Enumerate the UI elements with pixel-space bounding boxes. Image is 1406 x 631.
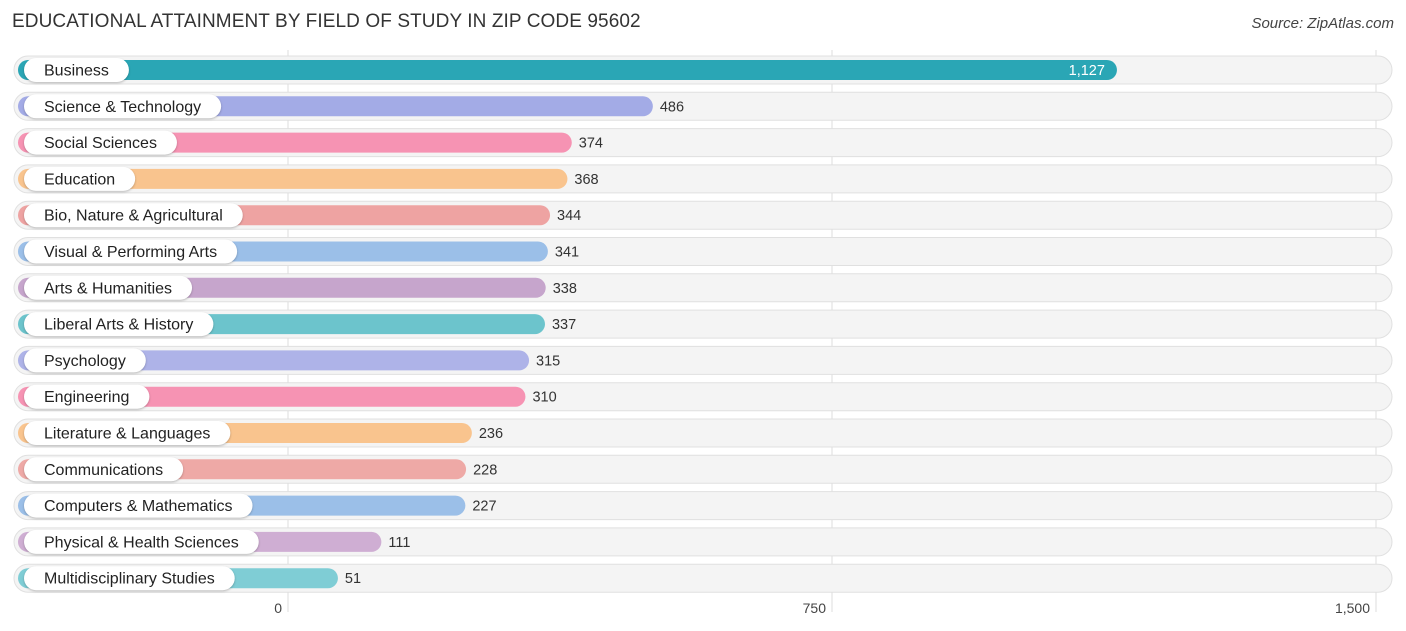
value-label: 341 xyxy=(555,245,579,261)
bar-row: Computers & Mathematics 227 xyxy=(13,491,1393,521)
bar-chart: Business 1,127 Science & Technology 486 Soci… xyxy=(13,50,1393,616)
x-axis: 0 750 1,500 xyxy=(274,600,1370,616)
bar-row: Science & Technology 486 xyxy=(13,91,1393,121)
bar[interactable] xyxy=(18,60,1117,80)
category-label: Visual & Performing Arts xyxy=(44,244,217,261)
value-label: 236 xyxy=(479,426,503,442)
category-label: Business xyxy=(44,63,109,80)
value-label: 344 xyxy=(557,208,581,224)
x-tick-label: 750 xyxy=(803,600,827,616)
bar-row: Communications 228 xyxy=(13,454,1393,484)
bar-row: Bio, Nature & Agricultural 344 xyxy=(13,200,1393,230)
category-label: Science & Technology xyxy=(44,99,201,116)
value-label: 337 xyxy=(552,317,576,333)
category-label: Engineering xyxy=(44,389,129,406)
category-label: Social Sciences xyxy=(44,135,157,152)
bar-row: Visual & Performing Arts 341 xyxy=(13,237,1393,266)
category-label: Physical & Health Sciences xyxy=(44,534,239,551)
value-label: 338 xyxy=(553,281,577,297)
value-label: 310 xyxy=(532,390,556,406)
value-label: 228 xyxy=(473,462,497,478)
category-label: Bio, Nature & Agricultural xyxy=(44,208,223,225)
bar-row: Literature & Languages 236 xyxy=(13,418,1393,448)
bar-row: Education 368 xyxy=(13,164,1393,194)
bar-row: Business 1,127 xyxy=(13,55,1393,85)
category-label: Liberal Arts & History xyxy=(44,317,193,334)
category-label: Computers & Mathematics xyxy=(44,498,233,515)
value-label: 368 xyxy=(574,172,598,188)
value-label: 486 xyxy=(660,99,684,115)
value-label: 227 xyxy=(472,499,496,515)
bar-row: Social Sciences 374 xyxy=(13,128,1393,158)
value-label: 1,127 xyxy=(1069,63,1105,79)
bar-row: Liberal Arts & History 337 xyxy=(13,309,1393,339)
category-label: Literature & Languages xyxy=(44,426,210,443)
bar-row: Multidisciplinary Studies 51 xyxy=(13,563,1393,593)
bar-row: Arts & Humanities 338 xyxy=(13,273,1393,303)
x-tick-label: 0 xyxy=(274,600,282,616)
bar-row: Engineering 310 xyxy=(13,382,1393,412)
category-label: Communications xyxy=(44,462,163,479)
category-label: Multidisciplinary Studies xyxy=(44,571,215,588)
bar-row: Psychology 315 xyxy=(13,345,1393,375)
value-label: 315 xyxy=(536,353,560,369)
value-label: 111 xyxy=(388,535,410,551)
x-tick-label: 1,500 xyxy=(1335,600,1370,616)
category-label: Arts & Humanities xyxy=(44,280,172,297)
category-label: Education xyxy=(44,171,115,188)
bar-row: Physical & Health Sciences 111 xyxy=(13,527,1393,557)
category-label: Psychology xyxy=(44,353,126,370)
value-label: 374 xyxy=(579,136,603,152)
value-label: 51 xyxy=(345,571,361,587)
